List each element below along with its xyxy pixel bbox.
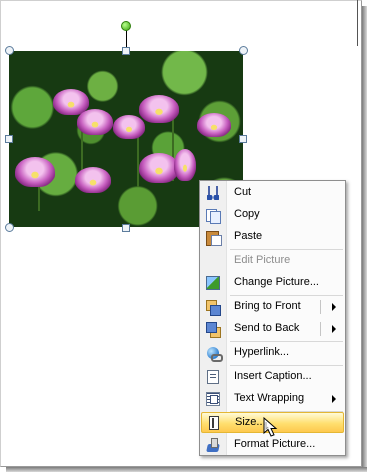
menu-item-change-picture[interactable]: Change Picture... [200,272,345,294]
page-shadow-right [362,6,367,469]
bring-to-front-icon [205,299,221,316]
menu-item-label: Send to Back [234,322,300,334]
menu-item-label: Bring to Front [234,300,301,312]
menu-item-copy[interactable]: Copy [200,204,345,226]
menu-item-label: Text Wrapping [234,392,305,404]
split-divider [320,300,321,314]
lily-flower [197,113,231,137]
menu-item-insert-caption[interactable]: Insert Caption... [200,366,345,388]
lily-flower [77,109,113,135]
menu-item-label: Size... [235,416,266,428]
resize-handle-top-right[interactable] [239,46,248,55]
menu-item-label: Insert Caption... [234,370,312,382]
lily-flower [139,153,179,183]
page-edge-line [357,0,358,46]
menu-item-label: Change Picture... [234,276,319,288]
scissors-icon [205,185,221,201]
submenu-arrow-icon[interactable] [332,325,336,333]
change-picture-icon [205,275,221,291]
resize-handle-left[interactable] [5,135,13,143]
menu-item-label: Cut [234,186,252,198]
size-icon [206,415,222,431]
paste-icon [205,229,222,246]
menu-item-cut[interactable]: Cut [200,182,345,204]
lily-flower [75,167,111,193]
submenu-arrow-icon[interactable] [332,303,336,311]
rotation-handle[interactable] [121,21,131,31]
menu-item-paste[interactable]: Paste [200,226,345,248]
split-divider [320,322,321,336]
format-picture-icon [205,437,221,453]
submenu-arrow-icon [332,395,336,403]
resize-handle-top[interactable] [122,47,130,55]
resize-handle-bottom[interactable] [122,224,130,232]
context-menu: Cut Copy Paste Edit Picture Change Pictu… [199,180,346,456]
menu-item-label: Edit Picture [234,254,291,266]
menu-item-send-to-back[interactable]: Send to Back [200,318,345,340]
hyperlink-icon [205,345,223,362]
resize-handle-bottom-left[interactable] [5,223,14,232]
text-wrapping-icon [205,391,221,407]
send-to-back-icon [205,321,221,338]
lily-flower [174,149,196,181]
menu-item-bring-to-front[interactable]: Bring to Front [200,296,345,318]
resize-handle-right[interactable] [239,135,247,143]
lily-flower [15,157,55,187]
copy-icon [205,207,221,224]
menu-item-label: Copy [234,208,260,220]
page-shadow-bottom [6,467,367,472]
lily-flower [139,95,179,123]
resize-handle-top-left[interactable] [5,46,14,55]
menu-item-label: Paste [234,230,263,242]
menu-item-label: Hyperlink... [234,346,290,358]
menu-item-edit-picture: Edit Picture [200,250,345,272]
caption-icon [205,369,221,385]
menu-item-text-wrapping[interactable]: Text Wrapping [200,388,345,410]
menu-item-label: Format Picture... [234,438,316,450]
menu-item-hyperlink[interactable]: Hyperlink... [200,342,345,364]
